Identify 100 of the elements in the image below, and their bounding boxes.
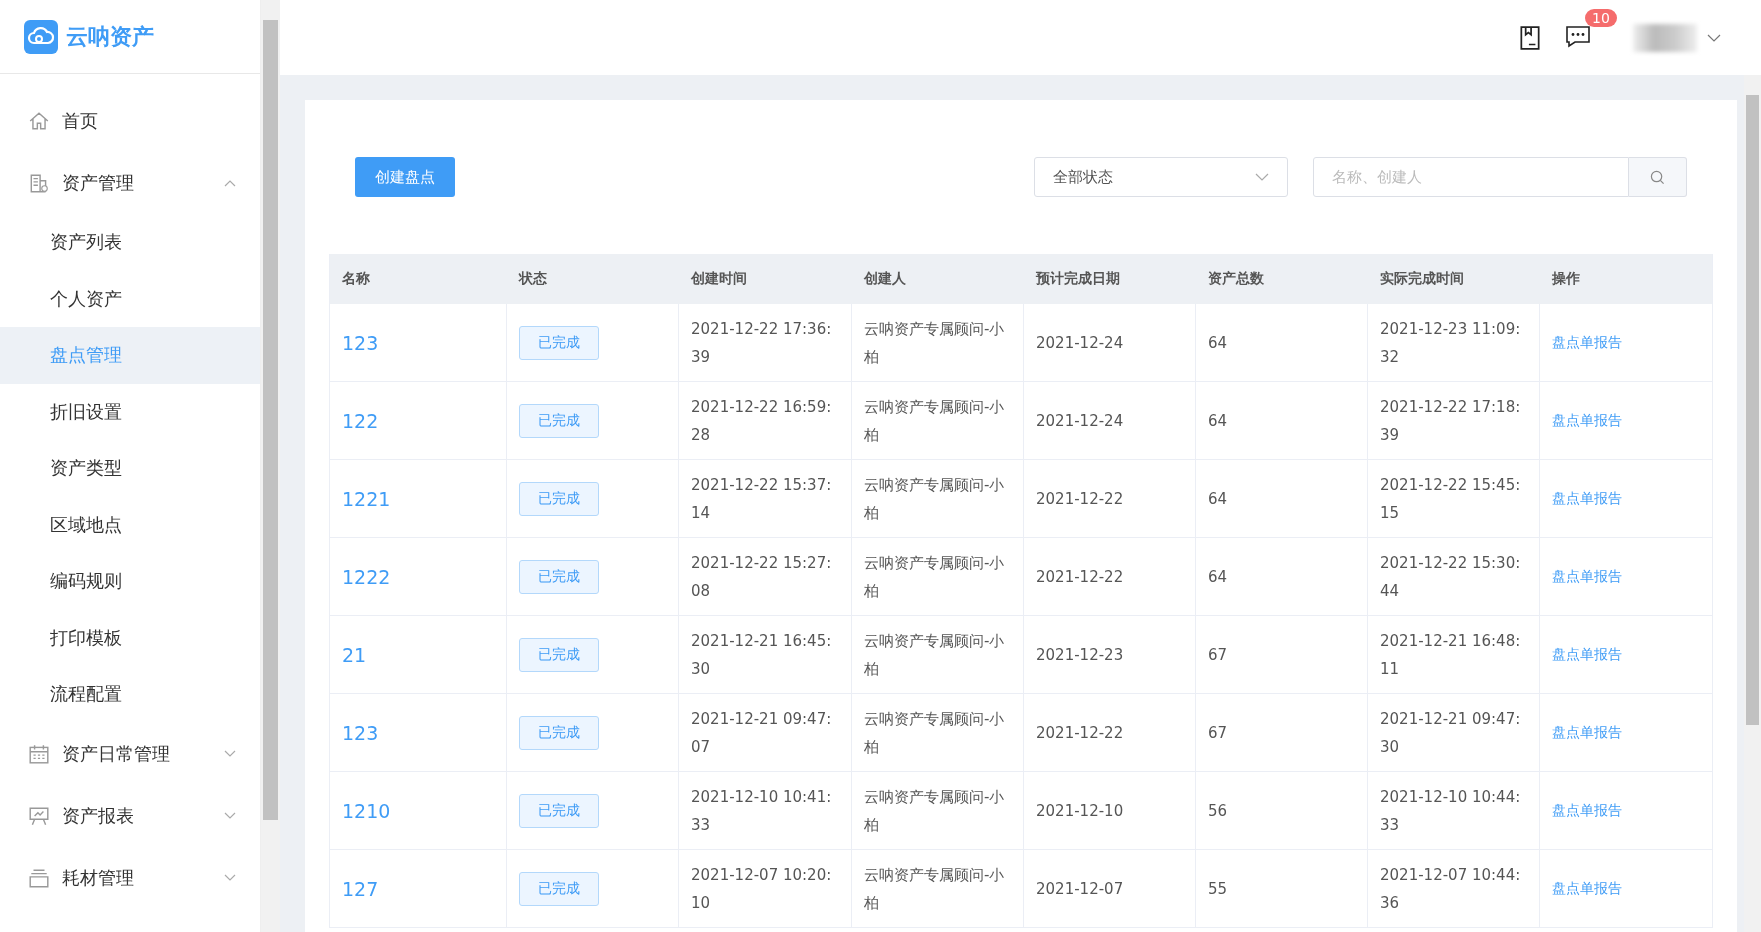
book-icon[interactable] [1517,24,1543,51]
table-cell: 2021-12-24 [1036,333,1124,352]
nav-subitem[interactable]: 资产列表 [0,214,260,271]
report-link[interactable]: 盘点单报告 [1552,723,1622,742]
nav-item[interactable]: 首页 [0,90,260,152]
report-link[interactable]: 盘点单报告 [1552,411,1622,430]
chevron-icon [224,873,236,882]
table-cell-text: 2021-12-22 15:45:15 [1380,474,1522,524]
status-tag: 已完成 [519,637,599,672]
table-cell-text: 2021-12-22 17:18:39 [1380,396,1522,446]
status-dropdown[interactable]: 全部状态 [1034,157,1288,197]
chevron-icon [224,179,236,187]
nav-subitem[interactable]: 折旧设置 [0,383,260,440]
status-tag: 已完成 [519,403,599,438]
table-cell-text: 2021-12-22 16:59:28 [691,396,833,446]
search-button[interactable] [1629,157,1687,197]
table-cell-text: 云呐资产专属顾问-小柏 [864,396,1006,446]
name-link[interactable]: 122 [342,409,379,432]
table-cell-text: 2021-12-21 16:48:11 [1380,630,1522,680]
table-cell-text: 2021-12-21 09:47:07 [691,708,833,758]
nav-subitem[interactable]: 编码规则 [0,553,260,610]
table-cell-text: 云呐资产专属顾问-小柏 [864,864,1006,914]
table-cell: 64 [1208,489,1228,508]
table-cell-text: 2021-12-10 10:41:33 [691,786,833,836]
scrollbar[interactable] [261,0,280,932]
column-header: 预计完成日期 [1034,269,1121,288]
chevron-down-icon [1255,173,1269,181]
table-cell-text: 2021-12-07 10:44:36 [1380,864,1522,914]
nav-item[interactable]: 资产报表 [0,784,260,847]
nav-item[interactable]: 资产日常管理 [0,722,260,785]
table-cell-text: 云呐资产专属顾问-小柏 [864,708,1006,758]
status-tag: 已完成 [519,715,599,750]
blurred-avatar[interactable] [1633,23,1697,52]
nav-subitem[interactable]: 区域地点 [0,496,260,553]
chevron-icon [224,749,236,758]
table-cell: 2021-12-22 [1036,723,1124,742]
home-icon [28,110,50,132]
nav-subitem[interactable]: 个人资产 [0,270,260,327]
brand-name: 云呐资产 [66,22,154,51]
table-cell-text: 云呐资产专属顾问-小柏 [864,786,1006,836]
table-cell-text: 2021-12-22 15:37:14 [691,474,833,524]
notification-badge: 10 [1585,8,1617,27]
table-cell: 2021-12-23 [1036,645,1124,664]
search-field[interactable]: 名称、创建人 [1313,157,1629,197]
name-link[interactable]: 21 [342,643,367,666]
nav-item[interactable]: 资产管理 [0,152,260,214]
cloud-logo-icon [24,19,58,54]
chevron-down-icon[interactable] [1707,33,1721,42]
status-tag: 已完成 [519,871,599,906]
report-link[interactable]: 盘点单报告 [1552,879,1622,898]
name-link[interactable]: 123 [342,721,379,744]
table-cell-text: 2021-12-21 09:47:30 [1380,708,1522,758]
nav-subitem[interactable]: 盘点管理 [0,327,260,384]
status-tag: 已完成 [519,559,599,594]
nav-subitem[interactable]: 资产类型 [0,440,260,497]
column-header: 创建时间 [690,269,748,288]
report-link[interactable]: 盘点单报告 [1552,567,1622,586]
table-cell: 64 [1208,567,1228,586]
table-cell-text: 2021-12-22 17:36:39 [691,318,833,368]
nav-subitem[interactable]: 流程配置 [0,666,260,723]
report-link[interactable]: 盘点单报告 [1552,801,1622,820]
name-link[interactable]: 1222 [342,565,391,588]
name-link[interactable]: 1210 [342,799,391,822]
name-link[interactable]: 123 [342,331,379,354]
table-cell-text: 2021-12-22 15:27:08 [691,552,833,602]
table-cell-text: 2021-12-21 16:45:30 [691,630,833,680]
nav-subitem[interactable]: 打印模板 [0,609,260,666]
name-link[interactable]: 1221 [342,487,391,510]
table-cell-text: 云呐资产专属顾问-小柏 [864,318,1006,368]
column-header: 操作 [1551,269,1581,288]
status-tag: 已完成 [519,481,599,516]
report-link[interactable]: 盘点单报告 [1552,645,1622,664]
column-header: 创建人 [863,269,907,288]
search-icon [1650,169,1665,185]
column-header: 状态 [517,269,548,288]
table-cell-text: 云呐资产专属顾问-小柏 [864,474,1006,524]
building-icon [28,172,50,194]
chevron-icon [224,811,236,820]
table-cell-text: 2021-12-07 10:20:10 [691,864,833,914]
report-link[interactable]: 盘点单报告 [1552,489,1622,508]
table-cell: 2021-12-22 [1036,489,1124,508]
calendar-icon [28,742,50,765]
create-button[interactable]: 创建盘点 [355,157,455,197]
nav-item[interactable]: 耗材管理 [0,846,260,909]
table-cell: 2021-12-10 [1036,801,1124,820]
column-header: 实际完成时间 [1379,269,1465,288]
report-link[interactable]: 盘点单报告 [1552,333,1622,352]
table-cell: 55 [1208,879,1228,898]
column-header: 资产总数 [1207,269,1265,288]
table-cell-text: 2021-12-10 10:44:33 [1380,786,1522,836]
table-cell: 67 [1208,645,1228,664]
table-cell-text: 云呐资产专属顾问-小柏 [864,630,1006,680]
table-cell-text: 云呐资产专属顾问-小柏 [864,552,1006,602]
name-link[interactable]: 127 [342,877,379,900]
status-tag: 已完成 [519,793,599,828]
status-tag: 已完成 [519,325,599,360]
table-cell: 56 [1208,801,1228,820]
table-cell-text: 2021-12-22 15:30:44 [1380,552,1522,602]
scrollbar[interactable] [1744,75,1761,932]
table-cell: 2021-12-24 [1036,411,1124,430]
